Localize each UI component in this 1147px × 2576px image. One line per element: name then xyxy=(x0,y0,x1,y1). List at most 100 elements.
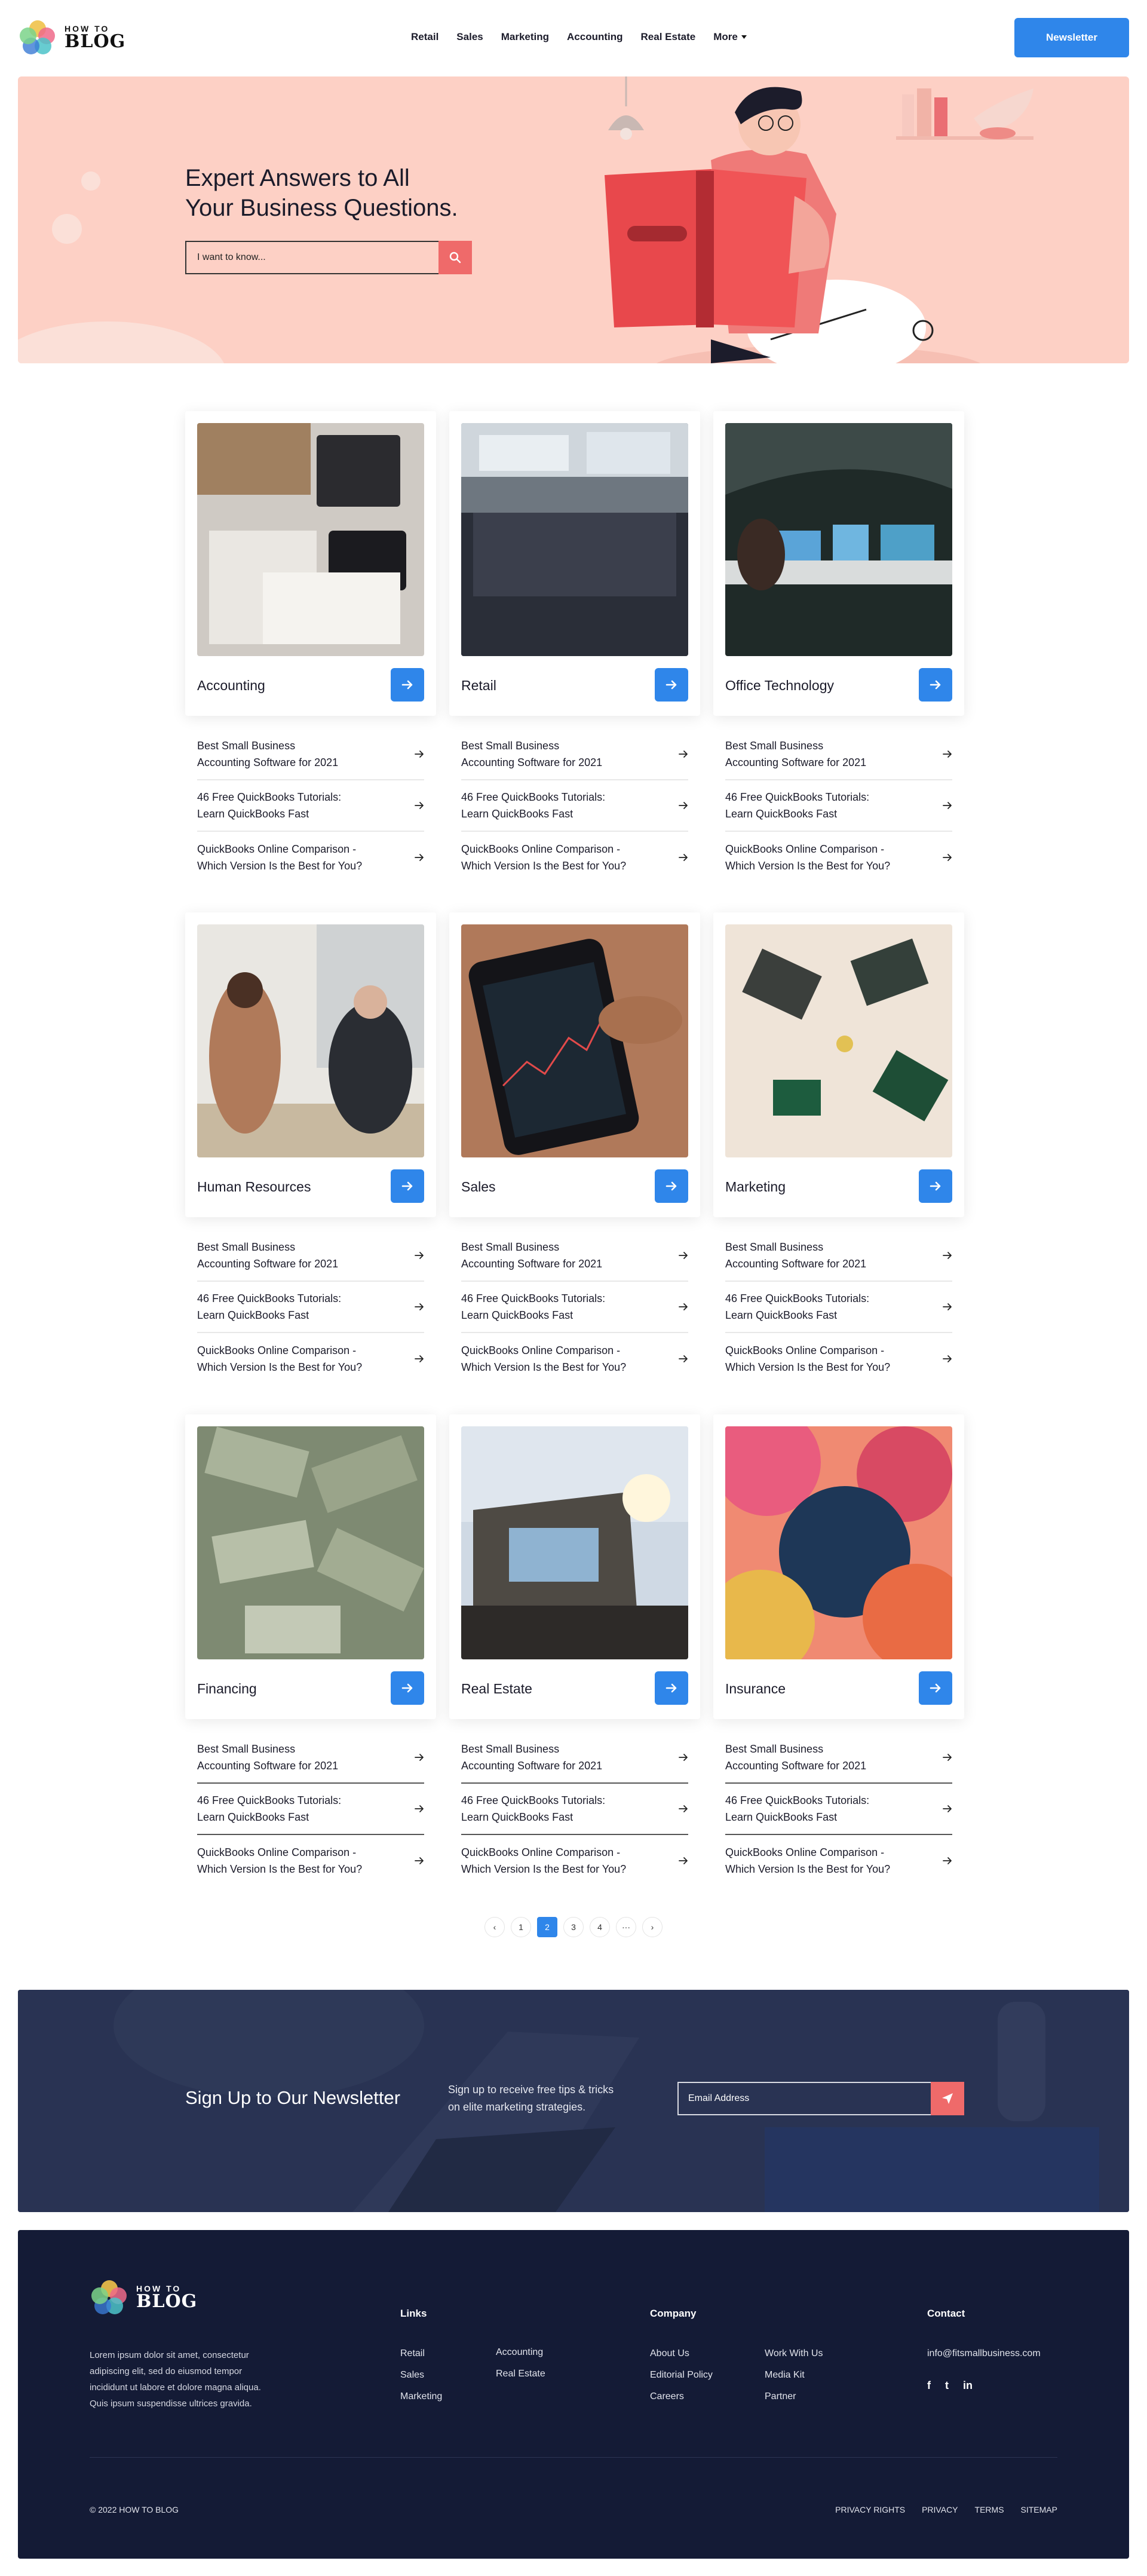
footer-company-col1: About Us Editorial Policy Careers xyxy=(650,2348,713,2402)
pagination-next[interactable]: › xyxy=(642,1917,663,1937)
article-title-line: 46 Free QuickBooks Tutorials: xyxy=(197,1794,342,1806)
category-card[interactable]: Marketing xyxy=(713,912,964,1217)
footer-link-sitemap[interactable]: SITEMAP xyxy=(1021,2505,1057,2514)
article-link[interactable]: QuickBooks Online Comparison - Which Ver… xyxy=(461,1835,688,1886)
article-link[interactable]: 46 Free QuickBooks Tutorials: Learn Quic… xyxy=(725,1282,952,1333)
category-title: Marketing xyxy=(725,1179,786,1194)
article-link[interactable]: 46 Free QuickBooks Tutorials: Learn Quic… xyxy=(725,1784,952,1835)
footer-link-accounting[interactable]: Accounting xyxy=(496,2347,545,2358)
article-link[interactable]: Best Small Business Accounting Software … xyxy=(725,729,952,780)
pagination-page-2[interactable]: 2 xyxy=(537,1917,557,1937)
category-title: Insurance xyxy=(725,1681,786,1696)
category-open-button[interactable] xyxy=(391,668,424,702)
article-title: QuickBooks Online Comparison - Which Ver… xyxy=(461,841,658,874)
article-link[interactable]: 46 Free QuickBooks Tutorials: Learn Quic… xyxy=(197,1784,424,1835)
pagination-page-3[interactable]: 3 xyxy=(563,1917,584,1937)
category-open-button[interactable] xyxy=(919,1671,952,1705)
site-logo[interactable]: HOW TO BLOG xyxy=(18,18,125,57)
article-link[interactable]: QuickBooks Online Comparison - Which Ver… xyxy=(725,1333,952,1385)
nav-item-sales[interactable]: Sales xyxy=(456,31,483,43)
category-open-button[interactable] xyxy=(919,1169,952,1203)
category-title: Office Technology xyxy=(725,678,834,693)
linkedin-icon[interactable]: in xyxy=(963,2379,973,2392)
pagination-ellipsis[interactable]: ··· xyxy=(616,1917,636,1937)
article-link[interactable]: 46 Free QuickBooks Tutorials: Learn Quic… xyxy=(725,780,952,832)
category-open-button[interactable] xyxy=(655,1671,688,1705)
category-card[interactable]: Human Resources xyxy=(185,912,436,1217)
footer-link-about-us[interactable]: About Us xyxy=(650,2348,713,2359)
nav-item-more[interactable]: More xyxy=(713,31,747,43)
article-link[interactable]: 46 Free QuickBooks Tutorials: Learn Quic… xyxy=(197,780,424,832)
nav-item-accounting[interactable]: Accounting xyxy=(567,31,623,43)
category-card[interactable]: Office Technology xyxy=(713,411,964,716)
arrow-right-icon xyxy=(679,1754,688,1761)
footer-link-terms[interactable]: TERMS xyxy=(975,2505,1004,2514)
footer-link-editorial-policy[interactable]: Editorial Policy xyxy=(650,2370,713,2381)
article-link[interactable]: QuickBooks Online Comparison - Which Ver… xyxy=(725,832,952,883)
footer-link-real-estate[interactable]: Real Estate xyxy=(496,2369,545,2379)
article-link[interactable]: 46 Free QuickBooks Tutorials: Learn Quic… xyxy=(461,1282,688,1333)
category-open-button[interactable] xyxy=(655,668,688,702)
hero-search-input[interactable]: I want to know... xyxy=(185,241,438,274)
category-card[interactable]: Financing xyxy=(185,1414,436,1719)
hero-search-button[interactable] xyxy=(438,241,472,274)
article-link[interactable]: QuickBooks Online Comparison - Which Ver… xyxy=(197,1333,424,1385)
footer-contact-email[interactable]: info@fitsmallbusiness.com xyxy=(927,2348,1041,2359)
article-link[interactable]: 46 Free QuickBooks Tutorials: Learn Quic… xyxy=(197,1282,424,1333)
article-link[interactable]: 46 Free QuickBooks Tutorials: Learn Quic… xyxy=(461,1784,688,1835)
article-link[interactable]: Best Small Business Accounting Software … xyxy=(197,1732,424,1784)
article-link[interactable]: Best Small Business Accounting Software … xyxy=(197,729,424,780)
footer-link-partner[interactable]: Partner xyxy=(765,2391,823,2402)
category-card[interactable]: Retail xyxy=(449,411,700,716)
category-open-button[interactable] xyxy=(391,1169,424,1203)
nav-item-real-estate[interactable]: Real Estate xyxy=(641,31,696,43)
article-title: QuickBooks Online Comparison - Which Ver… xyxy=(725,1844,922,1877)
article-link[interactable]: QuickBooks Online Comparison - Which Ver… xyxy=(197,1835,424,1886)
category-card[interactable]: Sales xyxy=(449,912,700,1217)
category-open-button[interactable] xyxy=(655,1169,688,1203)
article-link[interactable]: QuickBooks Online Comparison - Which Ver… xyxy=(725,1835,952,1886)
newsletter-button[interactable]: Newsletter xyxy=(1014,18,1129,57)
article-link[interactable]: Best Small Business Accounting Software … xyxy=(725,1732,952,1784)
footer-link-marketing[interactable]: Marketing xyxy=(400,2391,442,2402)
arrow-right-icon xyxy=(415,1303,424,1310)
footer-company-col2: Work With Us Media Kit Partner xyxy=(765,2348,823,2402)
pagination-prev[interactable]: ‹ xyxy=(484,1917,505,1937)
article-title-line: 46 Free QuickBooks Tutorials: xyxy=(725,791,870,803)
category-open-button[interactable] xyxy=(391,1671,424,1705)
article-link[interactable]: Best Small Business Accounting Software … xyxy=(461,1230,688,1282)
footer-link-sales[interactable]: Sales xyxy=(400,2370,442,2381)
article-link[interactable]: Best Small Business Accounting Software … xyxy=(461,1732,688,1784)
article-link[interactable]: QuickBooks Online Comparison - Which Ver… xyxy=(461,1333,688,1385)
category-open-button[interactable] xyxy=(919,668,952,702)
newsletter-email-input[interactable]: Email Address xyxy=(677,2082,931,2115)
pagination-page-4[interactable]: 4 xyxy=(590,1917,610,1937)
footer-link-retail[interactable]: Retail xyxy=(400,2348,442,2359)
article-title-line: Which Version Is the Best for You? xyxy=(725,1863,891,1875)
footer-company-heading: Company xyxy=(650,2308,697,2319)
newsletter-submit-button[interactable] xyxy=(931,2082,964,2115)
footer-logo[interactable]: HOW TO BLOG xyxy=(90,2278,197,2317)
article-link[interactable]: QuickBooks Online Comparison - Which Ver… xyxy=(461,832,688,883)
footer-link-privacy-rights[interactable]: PRIVACY RIGHTS xyxy=(835,2505,905,2514)
arrow-right-icon xyxy=(665,1683,677,1693)
article-title-line: QuickBooks Online Comparison - xyxy=(461,1344,621,1356)
category-card[interactable]: Real Estate xyxy=(449,1414,700,1719)
pagination-page-1[interactable]: 1 xyxy=(511,1917,531,1937)
footer-link-work-with-us[interactable]: Work With Us xyxy=(765,2348,823,2359)
category-card[interactable]: Accounting xyxy=(185,411,436,716)
nav-item-marketing[interactable]: Marketing xyxy=(501,31,549,43)
footer-link-media-kit[interactable]: Media Kit xyxy=(765,2370,823,2381)
twitter-icon[interactable]: t xyxy=(945,2379,949,2392)
nav-item-retail[interactable]: Retail xyxy=(411,31,438,43)
article-link[interactable]: QuickBooks Online Comparison - Which Ver… xyxy=(197,832,424,883)
article-link[interactable]: Best Small Business Accounting Software … xyxy=(197,1230,424,1282)
category-card[interactable]: Insurance xyxy=(713,1414,964,1719)
article-link[interactable]: Best Small Business Accounting Software … xyxy=(461,729,688,780)
footer-link-privacy[interactable]: PRIVACY xyxy=(922,2505,958,2514)
article-link[interactable]: Best Small Business Accounting Software … xyxy=(725,1230,952,1282)
article-link[interactable]: 46 Free QuickBooks Tutorials: Learn Quic… xyxy=(461,780,688,832)
category-image xyxy=(461,423,688,656)
footer-link-careers[interactable]: Careers xyxy=(650,2391,713,2402)
facebook-icon[interactable]: f xyxy=(927,2379,931,2392)
